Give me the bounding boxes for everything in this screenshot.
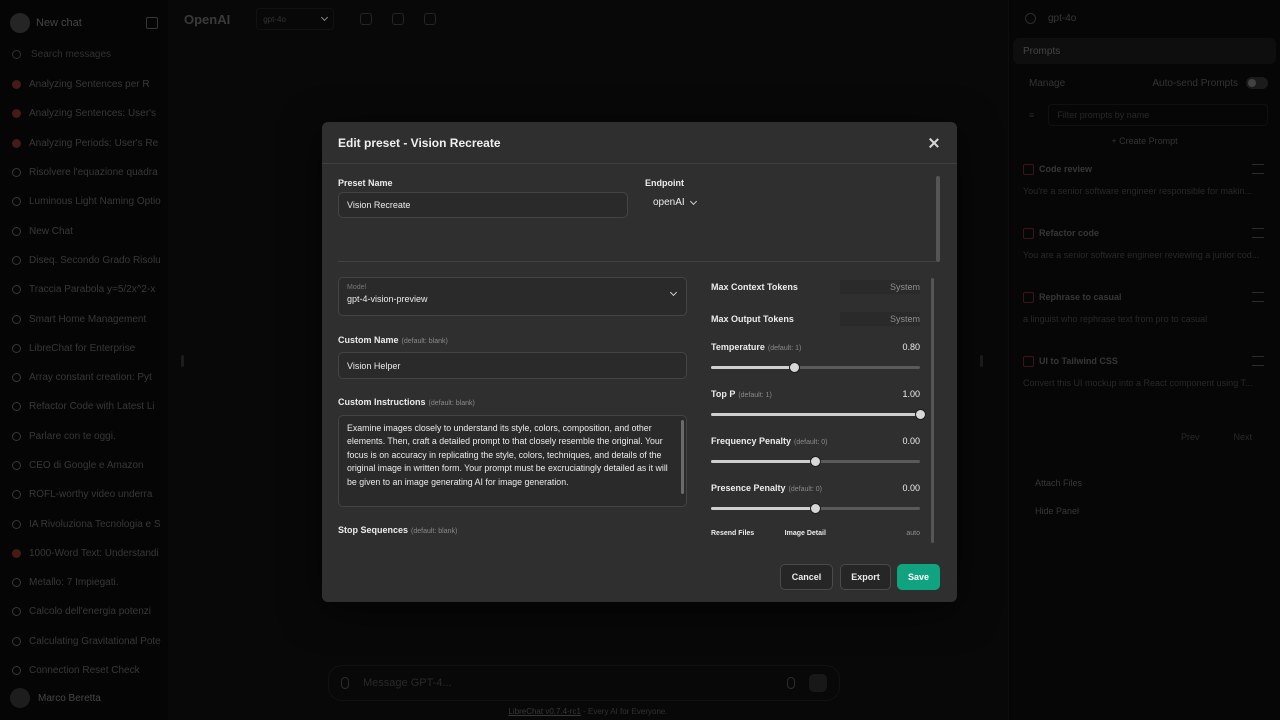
slider-default: (default: 1)	[767, 345, 802, 352]
stop-sequences-default: (default: blank)	[411, 528, 458, 535]
image-options-row: Resend Files Image Detail auto	[711, 530, 920, 537]
slider-label-text: Temperature	[711, 342, 765, 352]
edit-preset-dialog: Edit preset - Vision Recreate Preset Nam…	[322, 122, 957, 602]
slider-track[interactable]	[711, 503, 920, 514]
cancel-button[interactable]: Cancel	[780, 564, 833, 590]
model-dropdown[interactable]: Model gpt-4-vision-preview	[338, 277, 687, 316]
model-small-label: Model	[347, 284, 367, 291]
slider-default: (default: 0)	[788, 486, 823, 493]
preset-name-value: Vision Recreate	[347, 200, 411, 210]
stop-sequences-label-text: Stop Sequences	[338, 525, 409, 535]
dialog-title: Edit preset - Vision Recreate	[338, 135, 501, 150]
max-output-label: Max Output Tokens	[711, 314, 794, 324]
slider-label-text: Presence Penalty	[711, 483, 786, 493]
slider-top-p: Top P (default: 1) 1.00	[711, 389, 926, 420]
custom-instructions-label: Custom Instructions (default: blank)	[338, 397, 475, 407]
dialog-header: Edit preset - Vision Recreate	[322, 122, 957, 164]
textarea-scrollbar[interactable]	[681, 420, 684, 494]
slider-label: Top P (default: 1)	[711, 389, 772, 399]
slider-fill	[711, 460, 816, 463]
slider-temperature: Temperature (default: 1) 0.80	[711, 342, 920, 373]
export-button[interactable]: Export	[840, 564, 891, 590]
slider-value[interactable]: 0.80	[902, 342, 920, 352]
custom-name-input[interactable]: Vision Helper	[338, 352, 687, 379]
slider-label: Presence Penalty (default: 0)	[711, 483, 822, 493]
model-value: gpt-4-vision-preview	[347, 294, 428, 304]
slider-fill	[711, 507, 816, 510]
slider-label: Temperature (default: 1)	[711, 342, 801, 352]
save-button[interactable]: Save	[897, 564, 940, 590]
dialog-scrollbar[interactable]	[936, 176, 940, 262]
close-icon[interactable]	[927, 136, 941, 150]
custom-instructions-label-text: Custom Instructions	[338, 397, 426, 407]
slider-label-text: Frequency Penalty	[711, 436, 792, 446]
slider-value[interactable]: 1.00	[902, 389, 920, 399]
max-output-input[interactable]: System	[840, 312, 920, 326]
image-detail-label: Image Detail	[784, 530, 826, 537]
slider-track[interactable]	[711, 362, 920, 373]
custom-name-label: Custom Name (default: blank)	[338, 335, 448, 345]
endpoint-label: Endpoint	[645, 178, 684, 188]
slider-frequency-penalty: Frequency Penalty (default: 0) 0.00	[711, 436, 920, 467]
slider-value[interactable]: 0.00	[902, 483, 920, 493]
slider-label: Frequency Penalty (default: 0)	[711, 436, 828, 446]
max-context-row: Max Context Tokens System	[711, 279, 920, 295]
preset-name-input[interactable]: Vision Recreate	[338, 192, 628, 218]
slider-thumb[interactable]	[810, 503, 821, 514]
stop-sequences-label: Stop Sequences (default: blank)	[338, 525, 457, 535]
resend-files-label: Resend Files	[711, 530, 755, 537]
slider-default: (default: 0)	[794, 439, 828, 446]
slider-presence-penalty: Presence Penalty (default: 0) 0.00	[711, 483, 920, 514]
max-context-input[interactable]: System	[840, 280, 920, 294]
chevron-down-icon	[689, 197, 697, 205]
image-detail-value[interactable]: auto	[906, 530, 920, 537]
slider-label-text: Top P	[711, 389, 736, 399]
endpoint-value: openAI	[653, 197, 685, 208]
custom-instructions-textarea[interactable]: Examine images closely to understand its…	[338, 415, 687, 507]
slider-thumb[interactable]	[789, 362, 801, 373]
slider-thumb[interactable]	[810, 456, 821, 467]
preset-name-label: Preset Name	[338, 178, 393, 188]
divider	[338, 261, 936, 262]
settings-scrollbar[interactable]	[931, 278, 934, 543]
custom-name-label-text: Custom Name	[338, 335, 399, 345]
custom-instructions-value: Examine images closely to understand its…	[347, 423, 668, 487]
slider-thumb[interactable]	[914, 409, 926, 420]
slider-track[interactable]	[711, 456, 920, 467]
slider-track[interactable]	[711, 409, 926, 420]
slider-fill	[711, 413, 920, 416]
custom-instructions-default: (default: blank)	[428, 400, 475, 407]
max-context-label: Max Context Tokens	[711, 282, 798, 292]
endpoint-dropdown[interactable]: openAI	[653, 197, 697, 208]
slider-default: (default: 1)	[738, 392, 772, 399]
custom-name-default: (default: blank)	[401, 338, 448, 345]
slider-value[interactable]: 0.00	[902, 436, 920, 446]
max-output-row: Max Output Tokens System	[711, 311, 920, 327]
slider-fill	[711, 366, 795, 369]
custom-name-value: Vision Helper	[347, 360, 401, 371]
